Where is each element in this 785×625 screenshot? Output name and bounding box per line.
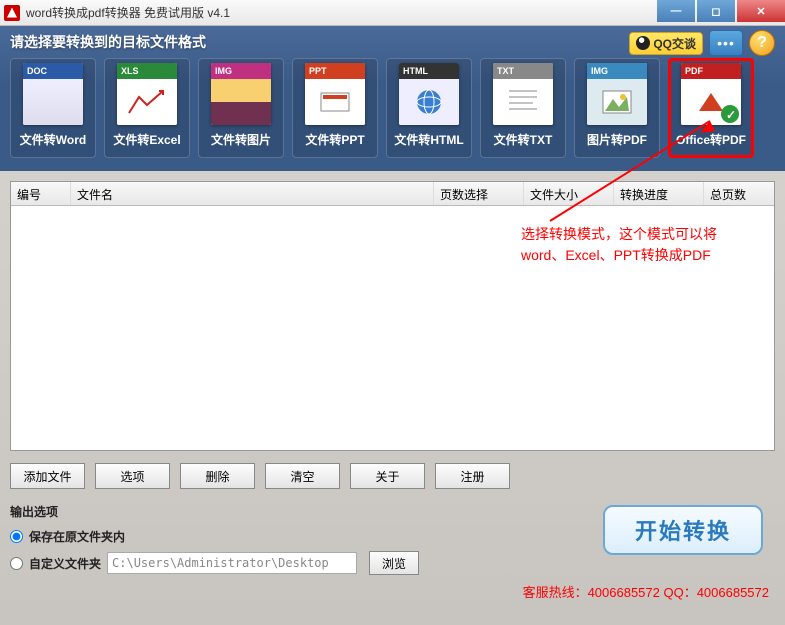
format-img2pdf[interactable]: IMG图片转PDF [574,58,660,158]
col-size[interactable]: 文件大小 [524,182,614,205]
titlebar: word转换成pdf转换器 免费试用版 v4.1 — ◻ ✕ [0,0,785,26]
clear-button[interactable]: 清空 [265,463,340,489]
radio-custom-label: 自定义文件夹 [29,555,101,572]
radio-same-label: 保存在原文件夹内 [29,528,125,545]
main-area: 编号 文件名 页数选择 文件大小 转换进度 总页数 选择转换模式，这个模式可以将… [0,171,785,625]
maximize-button[interactable]: ◻ [697,0,735,22]
register-button[interactable]: 注册 [435,463,510,489]
qq-chat-button[interactable]: QQ交谈 [629,32,703,55]
table-body: 选择转换模式，这个模式可以将 word、Excel、PPT转换成PDF [11,206,774,450]
output-path-input[interactable] [107,552,357,574]
format-word[interactable]: DOC文件转Word [10,58,96,158]
browse-button[interactable]: 浏览 [369,551,419,575]
format-html[interactable]: HTML文件转HTML [386,58,472,158]
format-ppt[interactable]: PPT文件转PPT [292,58,378,158]
col-total[interactable]: 总页数 [704,182,774,205]
format-office2pdf[interactable]: PDFOffice转PDF [668,58,754,158]
minimize-button[interactable]: — [657,0,695,22]
format-image[interactable]: IMG文件转图片 [198,58,284,158]
action-buttons: 添加文件 选项 删除 清空 关于 注册 [10,463,775,489]
radio-custom-folder[interactable] [10,557,23,570]
format-excel[interactable]: XLS文件转Excel [104,58,190,158]
format-txt[interactable]: TXT文件转TXT [480,58,566,158]
format-header: 请选择要转换到的目标文件格式 QQ交谈 ••• ? DOC文件转Word XLS… [0,26,785,171]
options-button[interactable]: 选项 [95,463,170,489]
col-filename[interactable]: 文件名 [71,182,434,205]
file-table: 编号 文件名 页数选择 文件大小 转换进度 总页数 选择转换模式，这个模式可以将… [10,181,775,451]
format-list: DOC文件转Word XLS文件转Excel IMG文件转图片 PPT文件转PP… [10,58,775,158]
close-button[interactable]: ✕ [737,0,785,22]
annotation-text: 选择转换模式，这个模式可以将 word、Excel、PPT转换成PDF [521,224,717,266]
start-convert-button[interactable]: 开始转换 [603,505,763,555]
add-file-button[interactable]: 添加文件 [10,463,85,489]
col-progress[interactable]: 转换进度 [614,182,704,205]
table-header: 编号 文件名 页数选择 文件大小 转换进度 总页数 [11,182,774,206]
col-index[interactable]: 编号 [11,182,71,205]
chat-button[interactable]: ••• [709,30,743,56]
delete-button[interactable]: 删除 [180,463,255,489]
penguin-icon [636,36,650,50]
radio-same-folder[interactable] [10,530,23,543]
about-button[interactable]: 关于 [350,463,425,489]
col-pages[interactable]: 页数选择 [434,182,524,205]
help-button[interactable]: ? [749,30,775,56]
hotline-text: 客服热线：4006685572 QQ：4006685572 [523,582,769,601]
window-title: word转换成pdf转换器 免费试用版 v4.1 [26,4,230,21]
app-icon [4,5,20,21]
